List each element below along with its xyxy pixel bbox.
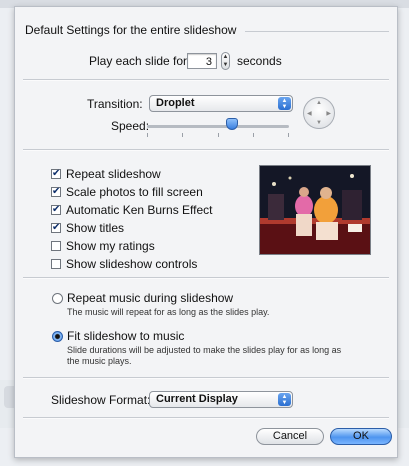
slideshow-settings-dialog: Default Settings for the entire slidesho… xyxy=(14,6,398,458)
fit-to-music-radio[interactable] xyxy=(52,331,63,342)
slideshow-format-selected: Current Display xyxy=(156,393,238,405)
arrow-left-icon[interactable]: ◀ xyxy=(307,110,312,117)
option-label[interactable]: Automatic Ken Burns Effect xyxy=(66,203,213,217)
option-checkbox[interactable]: ✔ xyxy=(51,205,61,215)
fit-to-music-label[interactable]: Fit slideshow to music xyxy=(67,329,184,343)
section-divider xyxy=(23,417,389,419)
transition-popup[interactable]: Droplet ▲ ▼ xyxy=(149,95,293,112)
speed-slider-knob[interactable] xyxy=(226,118,239,130)
option-label[interactable]: Show slideshow controls xyxy=(66,257,197,271)
arrow-right-icon[interactable]: ▶ xyxy=(326,110,331,117)
option-checkbox[interactable]: ✔ xyxy=(51,187,61,197)
cancel-button[interactable]: Cancel xyxy=(256,428,324,445)
slideshow-format-label: Slideshow Format: xyxy=(51,393,151,407)
repeat-music-radio[interactable] xyxy=(52,293,63,304)
option-checkbox[interactable] xyxy=(51,259,61,269)
section-divider xyxy=(23,79,389,81)
popup-arrows-icon: ▲ ▼ xyxy=(278,97,291,110)
seconds-stepper[interactable]: ▲ ▼ xyxy=(221,52,230,70)
speed-slider-track[interactable] xyxy=(147,125,289,128)
checkmark-icon: ✔ xyxy=(52,222,61,233)
section-divider xyxy=(23,377,389,379)
option-label[interactable]: Repeat slideshow xyxy=(66,167,161,181)
title-divider xyxy=(245,31,389,32)
slider-tick xyxy=(147,133,148,137)
checkmark-icon: ✔ xyxy=(52,204,61,215)
slider-tick xyxy=(218,133,219,137)
fit-to-music-description: Slide durations will be adjusted to make… xyxy=(67,345,342,355)
option-checkbox[interactable]: ✔ xyxy=(51,223,61,233)
transition-selected: Droplet xyxy=(156,97,195,109)
seconds-field[interactable]: 3 xyxy=(187,53,217,69)
ok-button[interactable]: OK xyxy=(330,428,392,445)
play-each-slide-label: Play each slide for xyxy=(89,54,188,68)
dialog-title: Default Settings for the entire slidesho… xyxy=(25,23,237,37)
slideshow-format-popup[interactable]: Current Display ▲ ▼ xyxy=(149,391,293,408)
slider-tick xyxy=(288,133,289,137)
arrow-down-icon[interactable]: ▼ xyxy=(316,120,322,126)
option-checkbox[interactable] xyxy=(51,241,61,251)
slider-tick xyxy=(182,133,183,137)
checkmark-icon: ✔ xyxy=(52,168,61,179)
slider-tick xyxy=(253,133,254,137)
transition-label: Transition: xyxy=(87,97,143,111)
checkmark-icon: ✔ xyxy=(52,186,61,197)
arrow-up-icon[interactable]: ▲ xyxy=(316,100,322,106)
slide-preview-photo xyxy=(259,165,371,255)
option-checkbox[interactable]: ✔ xyxy=(51,169,61,179)
option-label[interactable]: Show my ratings xyxy=(66,239,155,253)
speed-label: Speed: xyxy=(111,119,150,133)
repeat-music-label[interactable]: Repeat music during slideshow xyxy=(67,291,233,305)
stepper-up-icon[interactable]: ▲ xyxy=(222,53,229,61)
section-divider xyxy=(23,277,389,279)
photo-image xyxy=(260,166,370,254)
transition-direction-dial[interactable]: ▲ ▼ ◀ ▶ xyxy=(303,97,335,129)
repeat-music-description: The music will repeat for as long as the… xyxy=(67,307,270,317)
stepper-down-icon[interactable]: ▼ xyxy=(222,61,229,69)
option-label[interactable]: Scale photos to fill screen xyxy=(66,185,203,199)
popup-arrows-icon: ▲ ▼ xyxy=(278,393,291,406)
section-divider xyxy=(23,149,389,151)
seconds-label: seconds xyxy=(237,54,282,68)
option-label[interactable]: Show titles xyxy=(66,221,124,235)
fit-to-music-description-line2: the music plays. xyxy=(67,356,132,366)
